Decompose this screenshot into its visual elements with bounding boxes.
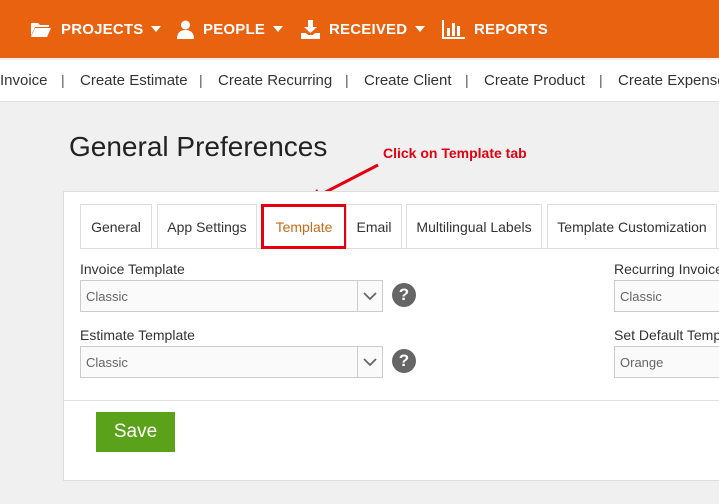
bar-chart-icon	[442, 19, 465, 39]
chevron-down-icon	[151, 26, 162, 32]
help-icon[interactable]: ?	[392, 349, 416, 373]
save-button[interactable]: Save	[96, 412, 175, 452]
chevron-down-icon	[415, 26, 426, 32]
subnav-create-expense[interactable]: Create Expense	[618, 72, 719, 89]
invoice-template-value: Classic	[86, 289, 128, 304]
nav-received[interactable]: RECEIVED	[301, 0, 426, 58]
chevron-down-icon	[357, 281, 382, 311]
subnav-create-recurring[interactable]: Create Recurring	[218, 72, 332, 89]
tab-app-settings[interactable]: App Settings	[157, 204, 257, 249]
subnav-create-estimate[interactable]: Create Estimate	[80, 72, 188, 89]
tab-email[interactable]: Email	[346, 204, 402, 249]
estimate-template-value: Classic	[86, 355, 128, 370]
sub-nav: Invoice | Create Estimate | Create Recur…	[0, 60, 719, 102]
subnav-create-client[interactable]: Create Client	[364, 72, 452, 89]
subnav-separator: |	[345, 72, 349, 88]
chevron-down-icon	[357, 347, 382, 377]
subnav-separator: |	[599, 72, 603, 88]
panel-divider	[64, 400, 719, 401]
nav-projects[interactable]: PROJECTS	[30, 0, 162, 58]
nav-reports[interactable]: REPORTS	[442, 0, 548, 58]
recurring-invoice-label: Recurring Invoice	[614, 261, 719, 277]
subnav-separator: |	[465, 72, 469, 88]
subnav-create-product[interactable]: Create Product	[484, 72, 585, 89]
nav-reports-label: REPORTS	[474, 20, 548, 38]
estimate-template-select[interactable]: Classic	[80, 346, 383, 378]
chevron-down-icon	[273, 26, 284, 32]
tab-multilingual-labels[interactable]: Multilingual Labels	[406, 204, 542, 249]
page-title: General Preferences	[69, 131, 328, 162]
nav-people-label: PEOPLE	[203, 20, 266, 38]
default-template-select[interactable]: Orange	[614, 346, 719, 378]
tab-template-customization[interactable]: Template Customization	[547, 204, 717, 249]
user-icon	[177, 20, 194, 39]
tab-general[interactable]: General	[80, 204, 152, 249]
annotation-text: Click on Template tab	[383, 145, 527, 161]
subnav-separator: |	[199, 72, 203, 88]
subnav-invoice[interactable]: Invoice	[0, 72, 48, 89]
help-icon[interactable]: ?	[392, 283, 416, 307]
folder-open-icon	[30, 20, 52, 38]
nav-people[interactable]: PEOPLE	[177, 0, 284, 58]
nav-received-label: RECEIVED	[329, 20, 408, 38]
recurring-invoice-select[interactable]: Classic	[614, 280, 719, 312]
nav-projects-label: PROJECTS	[61, 20, 144, 38]
download-tray-icon	[301, 19, 320, 39]
invoice-template-select[interactable]: Classic	[80, 280, 383, 312]
invoice-template-label: Invoice Template	[80, 261, 185, 277]
tab-template[interactable]: Template	[261, 204, 347, 249]
subnav-separator: |	[61, 72, 65, 88]
estimate-template-label: Estimate Template	[80, 327, 195, 343]
recurring-invoice-value: Classic	[620, 289, 662, 304]
top-nav-bar: PROJECTS PEOPLE RECEIVED REPORTS	[0, 0, 719, 58]
default-template-label: Set Default Temp	[614, 327, 719, 343]
default-template-value: Orange	[620, 355, 664, 370]
